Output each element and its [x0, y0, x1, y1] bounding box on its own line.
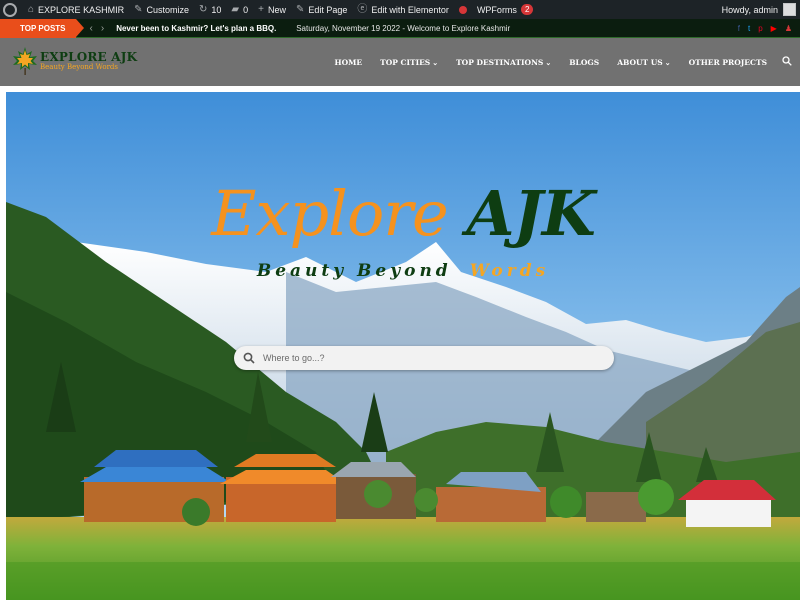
admin-bar-customize[interactable]: ✎ Customize [129, 0, 194, 19]
comment-icon: ▰ [231, 3, 240, 15]
nav-blogs[interactable]: BLOGS [560, 58, 608, 67]
youtube-icon[interactable]: ▶ [771, 24, 777, 33]
wpforms-count-badge: 2 [520, 4, 534, 15]
twitter-icon[interactable]: t [748, 24, 750, 33]
admin-bar-updates[interactable]: ↻ 10 [194, 0, 226, 19]
search-input[interactable] [263, 353, 593, 363]
admin-bar-seo-status[interactable] [454, 0, 472, 19]
nav-other-projects[interactable]: OTHER PROJECTS [680, 58, 776, 67]
howdy-label: Howdy, admin [721, 4, 778, 15]
avatar [783, 3, 796, 16]
ticker-date-line: Saturday, November 19 2022 - Welcome to … [296, 23, 511, 33]
logo-tagline: Beauty Beyond Words [40, 63, 118, 71]
admin-bar-edit-page[interactable]: ✎ Edit Page [291, 0, 352, 19]
facebook-icon[interactable]: f [738, 24, 740, 33]
admin-bar-account[interactable]: Howdy, admin [722, 0, 796, 19]
nav-about-us[interactable]: ABOUT US ⌄ [608, 58, 679, 67]
elementor-icon: ⓔ [357, 3, 368, 15]
site-header: EXPLORE AJK Beauty Beyond Words HOME TOP… [0, 38, 800, 86]
chevron-down-icon: ⌄ [664, 57, 671, 67]
nav-top-destinations[interactable]: TOP DESTINATIONS ⌄ [447, 58, 560, 67]
search-icon[interactable] [776, 55, 796, 69]
wordpress-logo-icon[interactable] [3, 2, 17, 17]
pinterest-icon[interactable]: p [758, 24, 762, 33]
brush-icon: ✎ [134, 3, 143, 15]
ticker-next-icon[interactable]: › [101, 23, 104, 34]
maple-leaf-logo-icon [13, 47, 37, 75]
main-navigation: HOME TOP CITIES ⌄ TOP DESTINATIONS ⌄ BLOGS… [326, 38, 797, 86]
admin-bar-site-name[interactable]: ⌂ EXPLORE KASHMIR [23, 0, 129, 19]
chevron-down-icon: ⌄ [545, 57, 552, 67]
status-dot-icon [458, 5, 467, 14]
profile-icon[interactable]: ♟ [785, 24, 792, 33]
admin-bar-comments[interactable]: ▰ 0 [226, 0, 253, 19]
hero-search-bar[interactable] [234, 346, 614, 370]
ticker-label: TOP POSTS [0, 18, 83, 38]
ticker-post-link[interactable]: Never been to Kashmir? Let's plan a BBQ.… [116, 24, 276, 33]
pencil-icon: ✎ [295, 3, 305, 15]
hero-banner: Explore AJK Beauty Beyond Words [6, 92, 800, 600]
logo-title: EXPLORE AJK [40, 50, 138, 64]
hero-subtitle: Beauty Beyond Words [256, 261, 550, 281]
refresh-icon: ↻ [198, 3, 208, 15]
admin-bar-new[interactable]: + New [253, 0, 291, 19]
plus-icon: + [258, 3, 264, 15]
chevron-down-icon: ⌄ [432, 57, 439, 67]
search-icon [243, 352, 255, 364]
admin-bar-wpforms[interactable]: WPForms 2 [472, 0, 538, 19]
admin-bar-edit-elementor[interactable]: ⓔ Edit with Elementor [352, 0, 454, 19]
nav-top-cities[interactable]: TOP CITIES ⌄ [371, 58, 447, 67]
admin-bar: ⌂ EXPLORE KASHMIR ✎ Customize ↻ 10 ▰ 0 +… [0, 0, 800, 19]
site-logo[interactable]: EXPLORE AJK Beauty Beyond Words [12, 46, 137, 76]
nav-home[interactable]: HOME [326, 58, 372, 67]
social-links: f t p ▶ ♟ [738, 19, 792, 38]
home-icon: ⌂ [28, 3, 35, 15]
ticker-prev-icon[interactable]: ‹ [90, 23, 93, 34]
hero-title: Explore AJK [211, 177, 595, 250]
top-posts-ticker: TOP POSTS ‹ › Never been to Kashmir? Let… [0, 18, 800, 38]
